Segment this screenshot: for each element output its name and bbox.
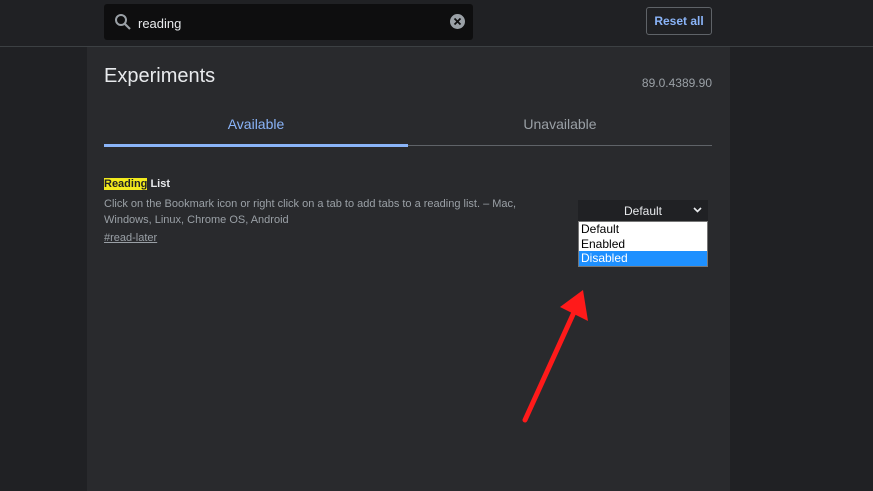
annotation-arrow xyxy=(522,290,588,423)
search-box[interactable] xyxy=(104,4,473,40)
reset-all-button[interactable]: Reset all xyxy=(646,7,712,35)
option-disabled[interactable]: Disabled xyxy=(579,251,707,266)
search-icon xyxy=(115,14,131,30)
experiment-title: Reading List xyxy=(104,178,170,190)
search-highlight: Reading xyxy=(104,178,148,190)
experiment-link[interactable]: #read-later xyxy=(104,232,157,244)
search-input[interactable] xyxy=(136,12,440,34)
experiment-select[interactable]: Default xyxy=(578,200,708,222)
main-panel xyxy=(87,47,730,491)
version-label: 89.0.4389.90 xyxy=(641,76,712,90)
select-value: Default xyxy=(623,204,663,218)
select-dropdown: Default Enabled Disabled xyxy=(578,221,708,267)
tab-available[interactable]: Available xyxy=(104,116,408,132)
option-default[interactable]: Default xyxy=(579,222,707,237)
tab-unavailable[interactable]: Unavailable xyxy=(408,116,712,132)
active-tab-indicator xyxy=(104,144,408,147)
experiment-title-rest: List xyxy=(147,178,171,190)
top-bar: Reset all xyxy=(0,0,873,47)
chevron-down-icon xyxy=(693,207,702,213)
option-enabled[interactable]: Enabled xyxy=(579,237,707,252)
experiment-description: Click on the Bookmark icon or right clic… xyxy=(104,198,517,226)
clear-icon[interactable] xyxy=(450,14,465,29)
page-title: Experiments xyxy=(104,65,216,87)
